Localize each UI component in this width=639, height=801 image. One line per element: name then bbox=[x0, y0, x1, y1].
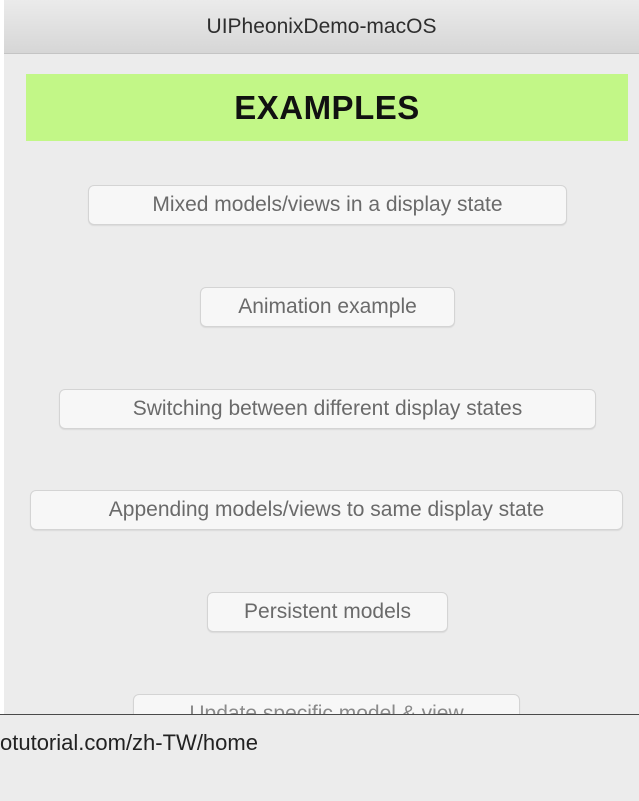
mixed-models-button[interactable]: Mixed models/views in a display state bbox=[88, 185, 567, 225]
url-overlay-text: otutorial.com/zh-TW/home bbox=[0, 730, 258, 755]
persistent-models-button[interactable]: Persistent models bbox=[207, 592, 448, 632]
examples-header: EXAMPLES bbox=[26, 74, 628, 141]
window-title: UIPheonixDemo-macOS bbox=[4, 0, 639, 54]
url-overlay-bar bbox=[0, 714, 639, 801]
switching-display-states-button[interactable]: Switching between different display stat… bbox=[59, 389, 596, 429]
app-window: UIPheonixDemo-macOS EXAMPLES Mixed model… bbox=[4, 0, 639, 801]
appending-models-button[interactable]: Appending models/views to same display s… bbox=[30, 490, 623, 530]
animation-example-button[interactable]: Animation example bbox=[200, 287, 455, 327]
